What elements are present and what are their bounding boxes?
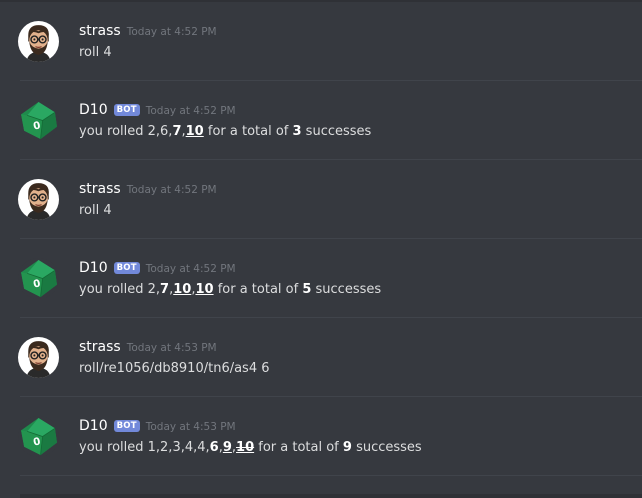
message-text: successes — [351, 440, 422, 455]
user-avatar-icon[interactable] — [18, 21, 59, 62]
message-timestamp: Today at 4:52 PM — [145, 105, 236, 117]
message-header: D10 BOT Today at 4:52 PM — [79, 260, 236, 280]
message-header: D10 BOT Today at 4:52 PM — [79, 102, 236, 122]
message-content: roll 4 — [79, 203, 112, 218]
message-text: you rolled 2, — [79, 282, 161, 297]
user-avatar-icon[interactable] — [18, 337, 59, 378]
message-text: roll 4 — [79, 203, 112, 218]
bot-badge: BOT — [113, 104, 140, 116]
message-text: successes — [311, 282, 382, 297]
message-item[interactable]: strass Today at 4:53 PM roll/re1056/db8910… — [0, 318, 642, 397]
roll-value: 9 — [222, 440, 232, 455]
message-text: for a total of — [254, 440, 343, 455]
message-content: you rolled 2,7,10,10 for a total of 5 su… — [79, 282, 381, 297]
message-content: roll 4 — [79, 45, 112, 60]
message-divider — [20, 475, 642, 476]
author-name[interactable]: strass — [79, 339, 121, 355]
roll-value: 10 — [185, 124, 204, 139]
message-header: D10 BOT Today at 4:53 PM — [79, 418, 236, 438]
author-name[interactable]: strass — [79, 181, 121, 197]
message-item[interactable]: strass Today at 4:52 PM roll 4 — [0, 160, 642, 239]
roll-value: 10 — [173, 282, 192, 297]
message-content: roll/re1056/db8910/tn6/as4 6 — [79, 361, 270, 376]
message-timestamp: Today at 4:52 PM — [145, 263, 236, 275]
message-item[interactable]: strass Today at 4:52 PM roll 4 — [0, 2, 642, 81]
message-item[interactable]: 0 D10 BOT Today at 4:53 PM you rolled 1,2,3,… — [0, 397, 642, 476]
roll-value: 10 — [195, 282, 214, 297]
message-timestamp: Today at 4:52 PM — [126, 26, 217, 38]
roll-value: 3 — [292, 124, 302, 139]
author-name[interactable]: strass — [79, 23, 121, 39]
roll-value: 9 — [342, 440, 352, 455]
message-text: successes — [301, 124, 372, 139]
author-name[interactable]: D10 — [79, 260, 108, 276]
bottom-divider — [20, 494, 642, 498]
roll-value: 7 — [172, 124, 182, 139]
top-divider — [0, 0, 642, 2]
message-timestamp: Today at 4:52 PM — [126, 184, 217, 196]
message-list: strass Today at 4:52 PM roll 4 0 D10 BOT Today… — [0, 0, 642, 498]
author-name[interactable]: D10 — [79, 102, 108, 118]
roll-value: 10 — [236, 440, 255, 455]
d10-die-avatar-icon[interactable]: 0 — [18, 100, 59, 141]
message-text: you rolled 2,6, — [79, 124, 173, 139]
roll-value: 6 — [209, 440, 219, 455]
message-content: you rolled 2,6,7,10 for a total of 3 suc… — [79, 124, 371, 139]
author-name[interactable]: D10 — [79, 418, 108, 434]
user-avatar-icon[interactable] — [18, 179, 59, 220]
bot-badge: BOT — [113, 420, 140, 432]
d10-die-avatar-icon[interactable]: 0 — [18, 258, 59, 299]
d10-die-avatar-icon[interactable]: 0 — [18, 416, 59, 457]
message-item[interactable]: 0 D10 BOT Today at 4:52 PM you rolled 2,7,10… — [0, 239, 642, 318]
message-header: strass Today at 4:52 PM — [79, 181, 217, 201]
message-content: you rolled 1,2,3,4,4,6,9,10 for a total … — [79, 440, 422, 455]
message-timestamp: Today at 4:53 PM — [145, 421, 236, 433]
bot-badge: BOT — [113, 262, 140, 274]
message-header: strass Today at 4:53 PM — [79, 339, 217, 359]
message-item[interactable]: 0 D10 BOT Today at 4:52 PM you rolled 2,6,7,… — [0, 81, 642, 160]
message-text: you rolled 1,2,3,4,4, — [79, 440, 210, 455]
message-text: for a total of — [213, 282, 303, 297]
message-timestamp: Today at 4:53 PM — [126, 342, 217, 354]
message-text: roll/re1056/db8910/tn6/as4 6 — [79, 361, 270, 376]
message-text: for a total of — [203, 124, 293, 139]
roll-value: 7 — [160, 282, 170, 297]
message-text: roll 4 — [79, 45, 112, 60]
message-header: strass Today at 4:52 PM — [79, 23, 217, 43]
